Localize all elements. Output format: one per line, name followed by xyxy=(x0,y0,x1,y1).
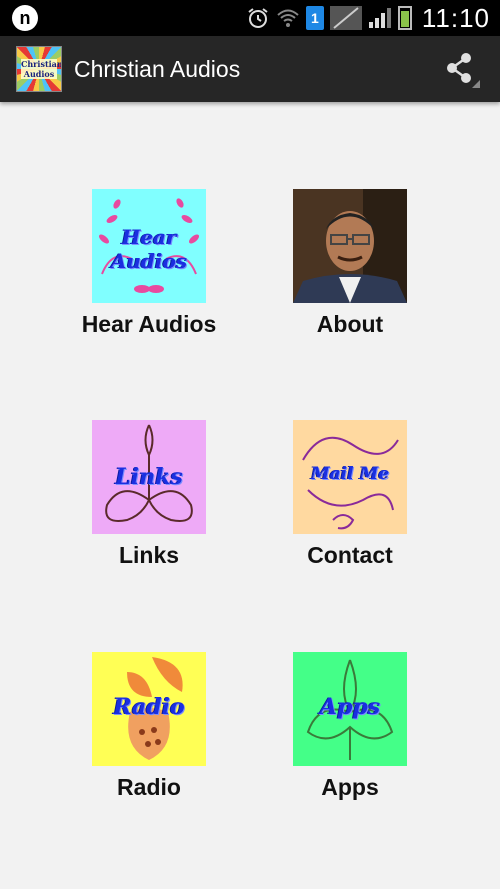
radio-tile[interactable]: Radio Radio xyxy=(49,652,249,812)
sim-badge-number: 1 xyxy=(310,10,319,26)
sim-badge: 1 xyxy=(305,6,324,30)
status-icons: 1 11:10 xyxy=(246,0,490,36)
share-icon[interactable] xyxy=(440,48,480,88)
status-time: 11:10 xyxy=(421,2,490,33)
radio-image[interactable]: Radio xyxy=(92,652,206,766)
contact-label[interactable]: Contact xyxy=(307,542,393,569)
no-signal-icon xyxy=(329,6,362,30)
hear-image-text: Hear xyxy=(121,225,177,249)
apps-image-text: Apps xyxy=(319,694,381,720)
app-logo-text: Christian Audios xyxy=(21,59,62,79)
links-tile[interactable]: Links Links xyxy=(49,420,249,580)
links-image[interactable]: Links xyxy=(92,420,206,534)
audios-image-text: Audios xyxy=(110,249,188,273)
links-label[interactable]: Links xyxy=(119,542,179,569)
notification-icon: n xyxy=(12,5,38,31)
app-title: Christian Audios xyxy=(74,55,241,82)
radio-image-text: Radio xyxy=(113,694,185,720)
about-portrait-image[interactable] xyxy=(293,189,407,303)
notification-letter: n xyxy=(19,7,31,28)
menu-grid: Hear Audios Hear Audios About Links Link… xyxy=(0,102,500,889)
action-bar: Christian Audios Christian Audios xyxy=(0,36,500,102)
app-logo[interactable]: Christian Audios xyxy=(16,46,62,92)
radio-label[interactable]: Radio xyxy=(117,774,181,801)
hear-audios-tile[interactable]: Hear Audios Hear Audios xyxy=(49,189,249,349)
links-image-text: Links xyxy=(115,464,183,490)
mail-me-image-text: Mail Me xyxy=(310,464,390,484)
apps-tile[interactable]: Apps Apps xyxy=(250,652,450,812)
signal-strength-icon xyxy=(368,8,391,28)
contact-image[interactable]: Mail Me xyxy=(293,420,407,534)
battery-icon xyxy=(397,6,412,30)
apps-image[interactable]: Apps xyxy=(293,652,407,766)
alarm-icon xyxy=(248,8,268,28)
portrait-icon xyxy=(293,189,407,303)
wifi-icon xyxy=(277,9,299,27)
apps-label[interactable]: Apps xyxy=(321,774,379,801)
hear-audios-label[interactable]: Hear Audios xyxy=(82,311,217,338)
status-bar: n 1 11:10 xyxy=(0,0,500,36)
about-label[interactable]: About xyxy=(317,311,383,338)
contact-tile[interactable]: Mail Me Contact xyxy=(250,420,450,580)
about-tile[interactable]: About xyxy=(250,189,450,349)
hear-audios-image[interactable]: Hear Audios xyxy=(92,189,206,303)
